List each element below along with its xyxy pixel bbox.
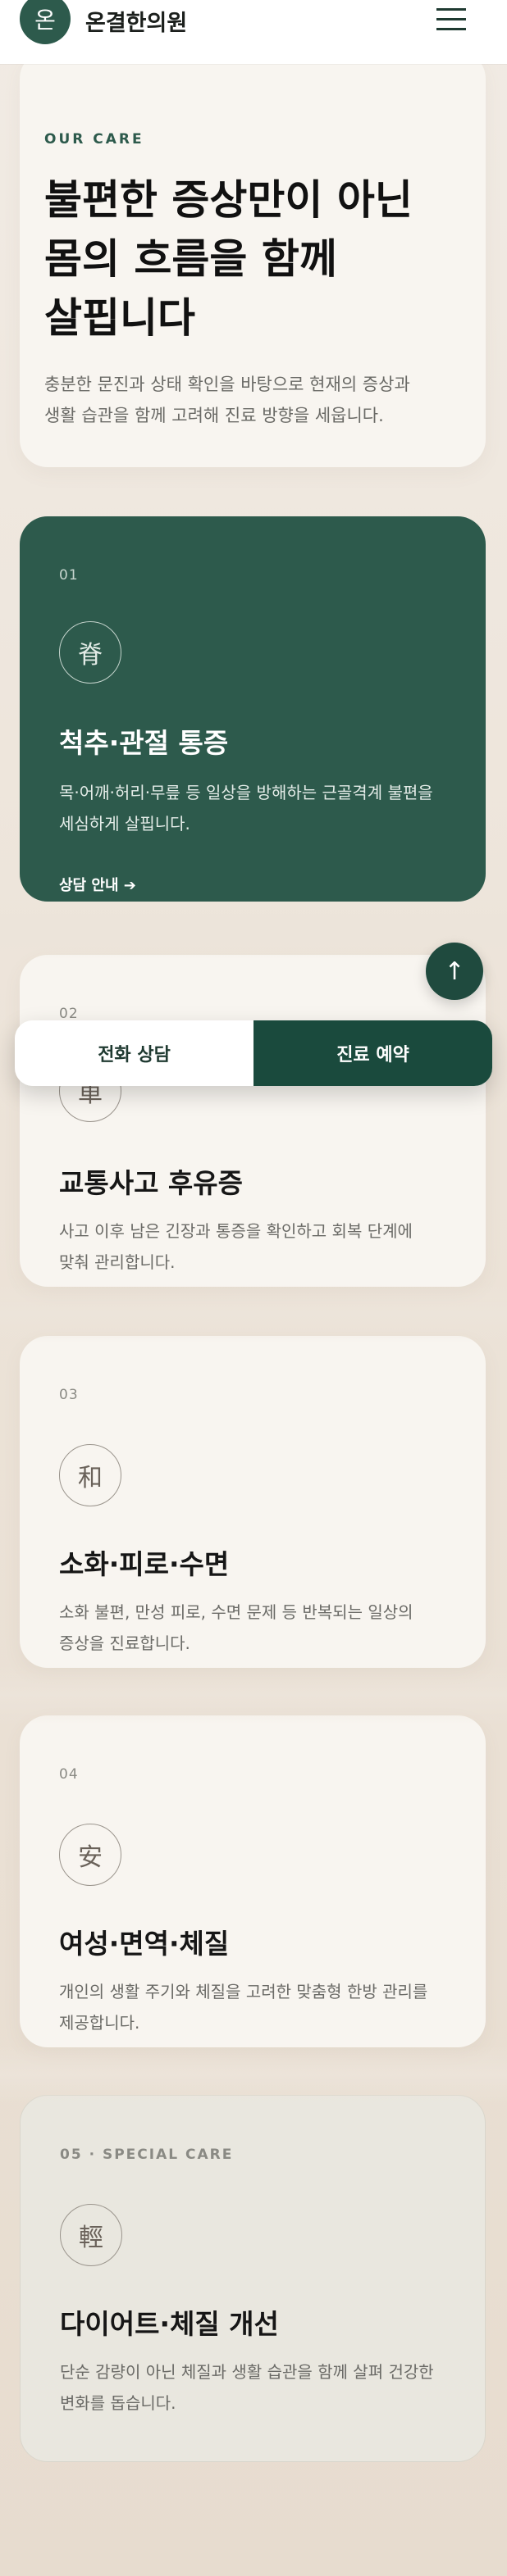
desc-line: 제공합니다. [59,2013,140,2033]
care-card-women[interactable]: 04 安 여성·면역·체질 개인의 생활 주기와 체질을 고려한 맞춤형 한방 … [20,1715,486,2047]
card-title: 소화·피로·수면 [59,1548,230,1580]
card-number: 05 · SPECIAL CARE [60,2147,234,2163]
title-line: 몸의 흐름을 함께 [44,234,337,283]
desc-line: 소화 불편, 만성 피로, 수면 문제 등 반복되는 일상의 [59,1602,413,1622]
title-line: 불편한 증상만이 아닌 [44,175,413,224]
hanja-badge-icon: 和 [59,1444,121,1506]
section-description: 충분한 문진과 상태 확인을 바탕으로 현재의 증상과생활 습관을 함께 고려해… [44,369,471,431]
desc-line: 맞춰 관리합니다. [59,1252,176,1272]
hamburger-icon[interactable] [433,7,469,33]
card-number: 03 [59,1387,79,1403]
desc-line: 목·어깨·허리·무릎 등 일상을 방해하는 근골격계 불편을 [59,783,433,802]
card-description: 개인의 생활 주기와 체질을 고려한 맞춤형 한방 관리를제공합니다. [59,1976,453,2038]
card-number: 02 [59,1006,79,1022]
hanja-badge-icon: 輕 [60,2204,122,2266]
cta-bar: 전화 상담 진료 예약 [15,1020,492,1086]
card-title: 여성·면역·체질 [59,1928,230,1960]
care-card-digestion[interactable]: 03 和 소화·피로·수면 소화 불편, 만성 피로, 수면 문제 등 반복되는… [20,1336,486,1668]
card-number: 04 [59,1766,79,1783]
book-appointment-button[interactable]: 진료 예약 [254,1020,492,1086]
card-description: 단순 감량이 아닌 체질과 생활 습관을 함께 살펴 건강한변화를 돕습니다. [60,2356,454,2419]
phone-consult-button[interactable]: 전화 상담 [15,1020,254,1086]
card-description: 사고 이후 남은 긴장과 통증을 확인하고 회복 단계에맞춰 관리합니다. [59,1215,453,1278]
card-title: 다이어트·체질 개선 [60,2308,279,2340]
card-title: 척추·관절 통증 [59,727,229,759]
section-eyebrow: OUR CARE [44,131,144,148]
card-description: 소화 불편, 만성 피로, 수면 문제 등 반복되는 일상의증상을 진료합니다. [59,1597,453,1659]
card-title: 교통사고 후유증 [59,1167,244,1199]
care-card-accident[interactable]: 02 車 교통사고 후유증 사고 이후 남은 긴장과 통증을 확인하고 회복 단… [20,955,486,1287]
desc-line: 충분한 문진과 상태 확인을 바탕으로 현재의 증상과 [44,375,410,394]
title-line: 살핍니다 [44,293,195,342]
section-title: 불편한 증상만이 아닌몸의 흐름을 함께살핍니다 [44,170,471,348]
desc-line: 사고 이후 남은 긴장과 통증을 확인하고 회복 단계에 [59,1221,413,1241]
desc-line: 세심하게 살핍니다. [59,814,190,834]
card-fade [0,1666,507,1724]
site-header: 온 온결한의원 [0,0,507,64]
consult-link[interactable]: 상담 안내 ➔ [59,874,136,895]
intro-card: OUR CARE 불편한 증상만이 아닌몸의 흐름을 함께살핍니다 충분한 문진… [20,51,486,467]
brand-name[interactable]: 온결한의원 [85,5,187,37]
care-card-spine[interactable]: 01 脊 척추·관절 통증 목·어깨·허리·무릎 등 일상을 방해하는 근골격계… [20,516,486,902]
desc-line: 단순 감량이 아닌 체질과 생활 습관을 함께 살펴 건강한 [60,2362,434,2382]
card-description: 목·어깨·허리·무릎 등 일상을 방해하는 근골격계 불편을세심하게 살핍니다. [59,777,453,839]
card-fade [0,902,507,959]
card-fade [0,1285,507,1343]
arrow-up-icon[interactable]: ↑ [426,943,483,1000]
desc-line: 개인의 생활 주기와 체질을 고려한 맞춤형 한방 관리를 [59,1982,428,2001]
care-card-diet[interactable]: 05 · SPECIAL CARE 輕 다이어트·체질 개선 단순 감량이 아닌… [20,2095,486,2462]
desc-line: 변화를 돕습니다. [60,2393,176,2413]
hanja-badge-icon: 脊 [59,621,121,684]
desc-line: 생활 습관을 함께 고려해 진료 방향을 세웁니다. [44,406,384,425]
card-fade [0,2046,507,2103]
desc-line: 증상을 진료합니다. [59,1633,190,1653]
hanja-badge-icon: 安 [59,1824,121,1886]
card-number: 01 [59,567,79,584]
logo-icon[interactable]: 온 [20,0,71,44]
